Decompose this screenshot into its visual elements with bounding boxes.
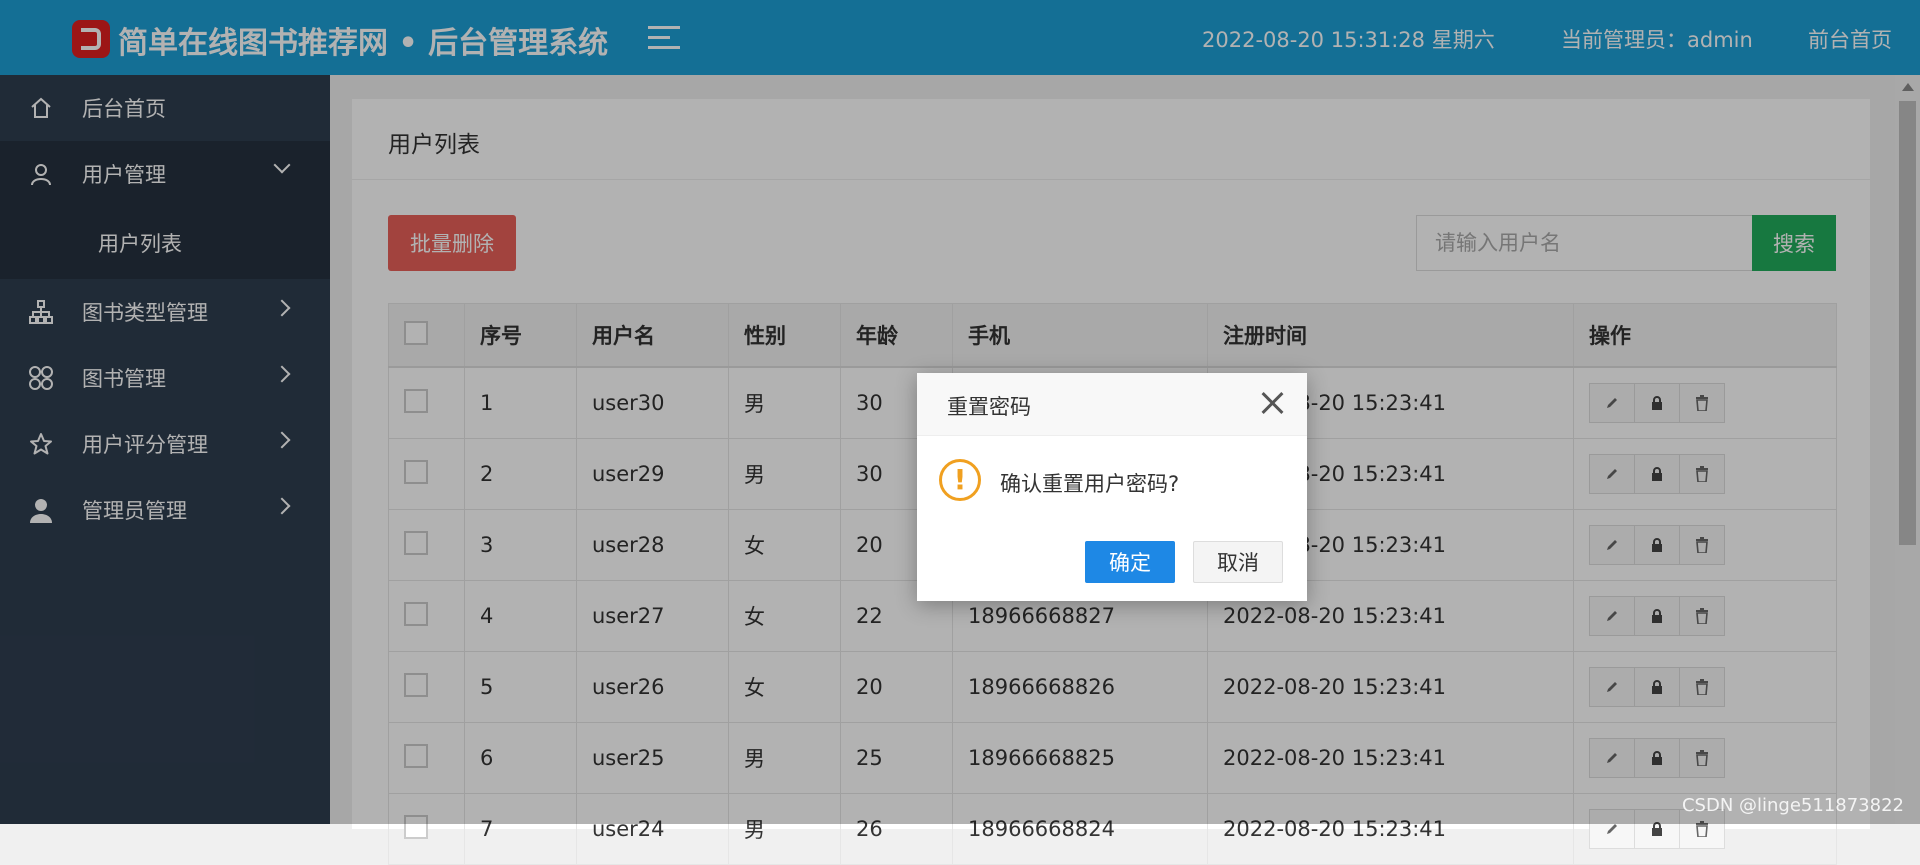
confirm-button[interactable]: 确定	[1085, 541, 1175, 583]
dialog-header: 重置密码	[917, 373, 1307, 436]
warning-icon: !	[939, 459, 981, 501]
dialog-message: 确认重置用户密码?	[1000, 472, 1180, 496]
close-icon[interactable]	[1259, 389, 1287, 417]
cancel-button[interactable]: 取消	[1193, 541, 1283, 583]
reset-password-dialog: 重置密码 ! 确认重置用户密码? 确定 取消	[917, 373, 1307, 601]
watermark: CSDN @linge511873822	[1681, 795, 1904, 816]
edit-icon	[1605, 822, 1619, 836]
dialog-title: 重置密码	[947, 395, 1031, 419]
